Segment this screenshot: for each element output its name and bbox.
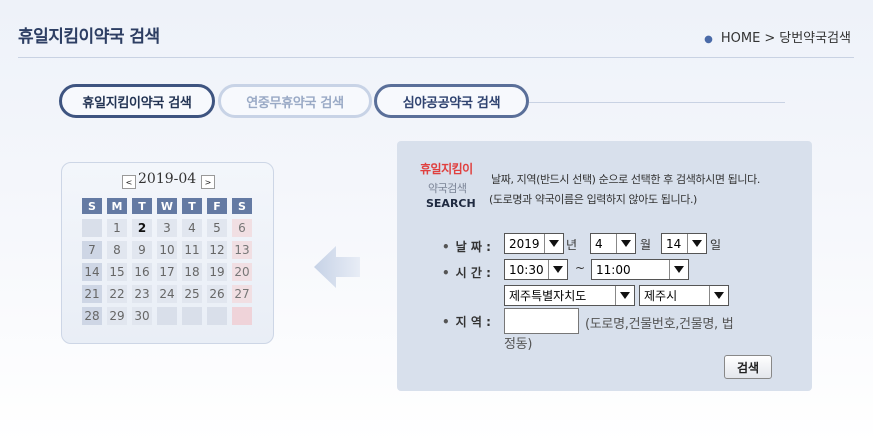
header-divider	[18, 57, 854, 58]
logo-holiday-text: 휴일지킴이	[420, 162, 473, 176]
breadcrumb-home[interactable]: HOME	[721, 31, 760, 46]
breadcrumb: ● HOME > 당번약국검색	[704, 27, 851, 46]
calendar-day[interactable]: 1	[107, 219, 127, 237]
calendar-day	[82, 219, 102, 237]
region-label: • 지 역 :	[442, 315, 491, 329]
calendar-day[interactable]: 25	[182, 285, 202, 303]
calendar-day[interactable]: 29	[107, 307, 127, 325]
instruction-text: 날짜, 지역(반드시 선택) 순으로 선택한 후 검색하시면 됩니다.	[491, 173, 760, 186]
calendar-day	[182, 307, 202, 325]
calendar-weekday: S	[82, 198, 102, 214]
instruction-note: (도로명과 약국이름은 입력하지 않아도 됩니다.)	[489, 193, 697, 206]
year-unit: 년	[566, 238, 578, 252]
month-unit: 월	[640, 238, 652, 252]
logo-search-text: SEARCH	[426, 197, 476, 210]
year-select[interactable]: 2019	[504, 233, 564, 254]
bullet-icon: ●	[704, 34, 713, 45]
calendar-day[interactable]: 30	[132, 307, 152, 325]
next-month-button[interactable]: >	[201, 175, 215, 189]
calendar-weekday: T	[132, 198, 152, 214]
region-hint-continued: 정동)	[504, 337, 533, 352]
calendar-day[interactable]: 11	[182, 241, 202, 259]
calendar-weekday: M	[107, 198, 127, 214]
calendar-day[interactable]: 16	[132, 263, 152, 281]
calendar-day[interactable]: 18	[182, 263, 202, 281]
calendar-day[interactable]: 6	[232, 219, 252, 237]
arrow-left-icon	[314, 246, 360, 288]
prev-month-button[interactable]: <	[122, 175, 136, 189]
calendar-day[interactable]: 13	[232, 241, 252, 259]
breadcrumb-current: 당번약국검색	[779, 31, 851, 46]
calendar-days: 1 2 3 4 5 6 7 8 9 10 11 12 13 14 15 16 17 18 19 20 21 22 23 24 2…	[82, 219, 252, 325]
calendar-day[interactable]: 10	[157, 241, 177, 259]
province-select[interactable]: 제주특별자치도	[504, 285, 635, 306]
calendar-day[interactable]: 14	[82, 263, 102, 281]
tab-holiday-pharmacy[interactable]: 휴일지킴이약국 검색	[59, 84, 215, 118]
calendar-day[interactable]: 27	[232, 285, 252, 303]
page-title: 휴일지킴이약국 검색	[18, 27, 160, 47]
chevron-down-icon	[548, 260, 567, 279]
date-label: • 날 짜 :	[442, 240, 491, 254]
time-label: • 시 간 :	[442, 266, 491, 280]
calendar-day	[207, 307, 227, 325]
calendar-weekday-header: SMTWTFS	[82, 198, 252, 214]
city-select[interactable]: 제주시	[639, 285, 729, 306]
chevron-down-icon	[669, 260, 688, 279]
chevron-down-icon	[615, 286, 634, 305]
calendar-day[interactable]: 4	[182, 219, 202, 237]
time-separator: ~	[575, 261, 586, 275]
calendar-day[interactable]: 5	[207, 219, 227, 237]
calendar-day[interactable]: 3	[157, 219, 177, 237]
calendar-day	[157, 307, 177, 325]
calendar-day[interactable]: 7	[82, 241, 102, 259]
day-select[interactable]: 14	[661, 233, 707, 254]
time-to-select[interactable]: 11:00	[591, 259, 689, 280]
calendar-day[interactable]: 8	[107, 241, 127, 259]
tab-divider	[529, 102, 785, 103]
calendar-weekday: S	[232, 198, 252, 214]
chevron-down-icon	[616, 234, 635, 253]
chevron-down-icon	[544, 234, 563, 253]
calendar-weekday: T	[182, 198, 202, 214]
calendar-day[interactable]: 2	[132, 219, 152, 237]
chevron-down-icon	[709, 286, 728, 305]
chevron-down-icon	[687, 234, 706, 253]
calendar-day[interactable]: 21	[82, 285, 102, 303]
tab-yearround-pharmacy[interactable]: 연중무휴약국 검색	[218, 84, 372, 118]
breadcrumb-separator: >	[764, 31, 776, 46]
calendar-day[interactable]: 17	[157, 263, 177, 281]
search-button[interactable]: 검색	[724, 355, 772, 379]
calendar-weekday: W	[157, 198, 177, 214]
calendar-day[interactable]: 24	[157, 285, 177, 303]
calendar-day[interactable]: 26	[207, 285, 227, 303]
calendar-day[interactable]: 19	[207, 263, 227, 281]
calendar-day[interactable]: 9	[132, 241, 152, 259]
region-input[interactable]	[504, 308, 579, 334]
calendar-day[interactable]: 23	[132, 285, 152, 303]
logo-pharmacy-text: 약국검색	[428, 182, 467, 195]
month-select[interactable]: 4	[590, 233, 636, 254]
region-hint: (도로명,건물번호,건물명, 법	[585, 317, 734, 332]
calendar-day[interactable]: 28	[82, 307, 102, 325]
calendar-day[interactable]: 12	[207, 241, 227, 259]
time-from-select[interactable]: 10:30	[504, 259, 568, 280]
calendar-month: 2019-04	[138, 171, 197, 187]
tab-night-pharmacy[interactable]: 심야공공약국 검색	[374, 84, 529, 118]
calendar-weekday: F	[207, 198, 227, 214]
calendar-day[interactable]: 20	[232, 263, 252, 281]
calendar-day	[232, 307, 252, 325]
calendar-day[interactable]: 15	[107, 263, 127, 281]
day-unit: 일	[710, 238, 722, 252]
calendar-day[interactable]: 22	[107, 285, 127, 303]
